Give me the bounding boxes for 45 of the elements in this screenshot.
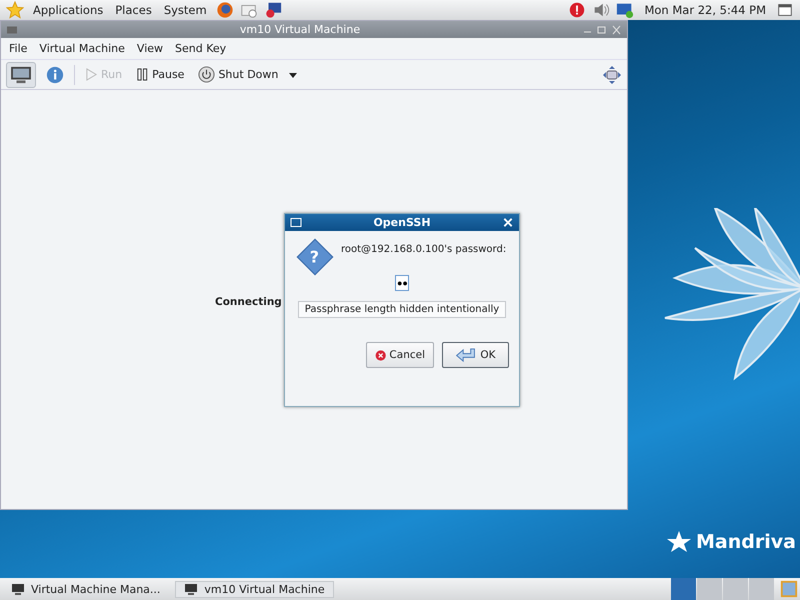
window-controls-icon[interactable] <box>582 24 622 34</box>
network-icon[interactable] <box>616 1 634 19</box>
panel-menu[interactable]: Applications <box>30 3 106 17</box>
taskbar-item[interactable]: vm10 Virtual Machine <box>175 580 334 598</box>
cancel-button[interactable]: Cancel <box>366 342 434 368</box>
clock[interactable]: Mon Mar 22, 5:44 PM <box>644 3 766 17</box>
power-icon <box>198 66 216 83</box>
menu-item[interactable]: Virtual Machine <box>39 42 125 55</box>
menu-item[interactable]: File <box>9 42 28 55</box>
passphrase-hint: Passphrase length hidden intentionally <box>298 301 506 318</box>
return-arrow-icon <box>455 348 478 362</box>
workspace-tile[interactable] <box>723 578 748 600</box>
workspace-tile[interactable] <box>697 578 722 600</box>
pause-button[interactable]: Pause <box>132 65 188 84</box>
password-prompt: root@192.168.0.100's password: <box>341 244 506 255</box>
menu-item[interactable]: View <box>136 42 164 55</box>
ok-button[interactable]: OK <box>442 342 509 368</box>
close-icon[interactable] <box>502 217 514 228</box>
globe-icon[interactable] <box>216 1 234 19</box>
workspace-tile[interactable] <box>749 578 774 600</box>
dialog-title: OpenSSH <box>372 216 432 229</box>
taskbar-item[interactable]: Virtual Machine Mana... <box>2 580 170 598</box>
panel-menu[interactable]: System <box>160 3 210 17</box>
pause-icon <box>136 68 150 81</box>
show-desktop-icon[interactable] <box>780 580 798 598</box>
speaker-icon[interactable] <box>592 1 610 19</box>
alert-icon[interactable] <box>568 1 586 19</box>
monitor-icon <box>184 583 198 595</box>
password-field[interactable]: ●● <box>395 275 409 291</box>
shutdown-button[interactable]: Shut Down <box>194 63 282 86</box>
window-title: vm10 Virtual Machine <box>238 23 362 36</box>
connecting-text: Connecting <box>215 296 282 308</box>
logo-text: Mandriva <box>696 531 796 553</box>
console-toggle[interactable] <box>6 62 36 88</box>
panel-menu[interactable]: Places <box>112 3 155 17</box>
play-icon <box>85 68 98 81</box>
monitor-icon <box>11 583 25 595</box>
window-menu-icon[interactable] <box>290 217 302 228</box>
star-icon[interactable] <box>6 1 24 19</box>
menu-item[interactable]: Send Key <box>175 42 226 55</box>
workspace-tile[interactable] <box>671 578 696 600</box>
question-icon: ? <box>296 238 334 276</box>
monitor-icon[interactable] <box>264 1 282 19</box>
fullscreen-icon[interactable] <box>602 64 622 84</box>
window-icon[interactable] <box>776 1 794 19</box>
